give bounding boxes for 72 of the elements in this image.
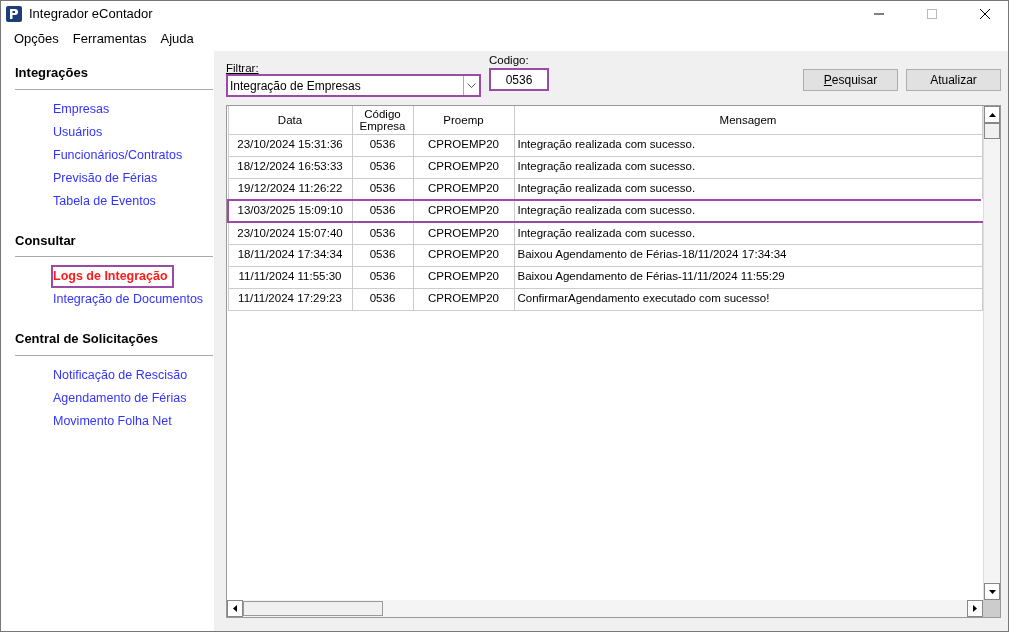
table-cell: 11/11/2024 11:55:30	[228, 266, 352, 288]
sidebar-link[interactable]: Previsão de Férias	[51, 166, 164, 190]
table-cell: CPROEMP20	[413, 200, 514, 222]
table-cell: 0536	[352, 266, 413, 288]
scroll-thumb[interactable]	[984, 123, 1000, 139]
table-cell: CPROEMP20	[413, 156, 514, 178]
menu-item[interactable]: Ferramentas	[65, 26, 154, 51]
sidebar-link[interactable]: Agendamento de Férias	[51, 386, 193, 410]
table-cell: ConfirmarAgendamento executado com sucesso!	[514, 288, 982, 310]
table-cell: Integração realizada com sucesso.	[514, 156, 982, 178]
table-cell: Integração realizada com sucesso.	[514, 134, 982, 156]
table-cell: 0536	[352, 156, 413, 178]
scrollbar-corner	[983, 600, 1000, 617]
section-heading: Integrações	[15, 63, 213, 90]
table-cell: 19/12/2024 11:26:22	[228, 178, 352, 200]
column-header[interactable]: Data	[228, 106, 352, 134]
app-logo-icon	[6, 5, 22, 22]
action-button[interactable]: Pesquisar	[803, 69, 898, 91]
table-cell: 18/11/2024 17:34:34	[228, 244, 352, 266]
table-cell: Baixou Agendamento de Férias-11/11/2024 11:55:29	[514, 266, 982, 288]
code-field[interactable]: 0536	[489, 68, 549, 91]
sidebar-link[interactable]: Notificação de Rescisão	[51, 363, 194, 387]
section-heading: Central de Solicitações	[15, 329, 213, 356]
scroll-up-button[interactable]	[984, 106, 1000, 123]
table-cell: 23/10/2024 15:07:40	[228, 222, 352, 244]
sidebar-link[interactable]: Tabela de Eventos	[51, 189, 162, 213]
table-cell: 0536	[352, 244, 413, 266]
table-cell: CPROEMP20	[413, 222, 514, 244]
sidebar-link[interactable]: Empresas	[51, 97, 116, 121]
arrow-right-icon	[973, 605, 977, 612]
action-button[interactable]: Atualizar	[906, 69, 1001, 91]
code-label: Codigo:	[489, 53, 530, 67]
table-cell: CPROEMP20	[413, 266, 514, 288]
maximize-icon	[927, 8, 937, 19]
table-cell: 18/12/2024 16:53:33	[228, 156, 352, 178]
table-cell: 0536	[352, 134, 413, 156]
table-cell: 0536	[352, 200, 413, 222]
chevron-down-icon	[467, 83, 476, 88]
scroll-right-button[interactable]	[967, 600, 983, 617]
table-cell: CPROEMP20	[413, 244, 514, 266]
scroll-left-button[interactable]	[227, 600, 243, 617]
column-header[interactable]: Proemp	[413, 106, 514, 134]
sidebar-link[interactable]: Usuários	[51, 120, 109, 144]
arrow-down-icon	[988, 589, 996, 594]
table-cell: 13/03/2025 15:09:10	[228, 200, 352, 222]
table-cell: Integração realizada com sucesso.	[514, 200, 982, 222]
table-cell: CPROEMP20	[413, 288, 514, 310]
horizontal-scrollbar[interactable]	[227, 600, 1000, 617]
table-cell: Integração realizada com sucesso.	[514, 222, 982, 244]
column-header[interactable]: Código Empresa	[352, 106, 413, 134]
scroll-thumb[interactable]	[243, 601, 383, 616]
sidebar-link[interactable]: Movimento Folha Net	[51, 409, 178, 433]
table-cell: CPROEMP20	[413, 134, 514, 156]
window-title: Integrador eContador	[29, 4, 153, 23]
table-cell: 0536	[352, 288, 413, 310]
close-icon	[980, 8, 990, 19]
scroll-down-button[interactable]	[984, 583, 1000, 600]
sidebar-link[interactable]: Integração de Documentos	[51, 288, 210, 311]
vertical-scrollbar[interactable]	[983, 106, 1000, 600]
filter-label: Filtrar:	[226, 62, 260, 74]
arrow-left-icon	[233, 605, 237, 612]
table-cell: 0536	[352, 222, 413, 244]
filter-dropdown[interactable]: Integração de Empresas	[226, 74, 481, 97]
menu-item[interactable]: Opções	[7, 26, 66, 51]
table-cell: Baixou Agendamento de Férias-18/11/2024 17:34:34	[514, 244, 982, 266]
section-heading: Consultar	[15, 230, 213, 257]
table-cell: 11/11/2024 17:29:23	[228, 288, 352, 310]
sidebar-link[interactable]: Funcionários/Contratos	[51, 143, 189, 167]
arrow-up-icon	[988, 112, 996, 117]
table-cell: 23/10/2024 15:31:36	[228, 134, 352, 156]
menu-item[interactable]: Ajuda	[153, 26, 201, 51]
column-header[interactable]: Mensagem	[514, 106, 982, 134]
